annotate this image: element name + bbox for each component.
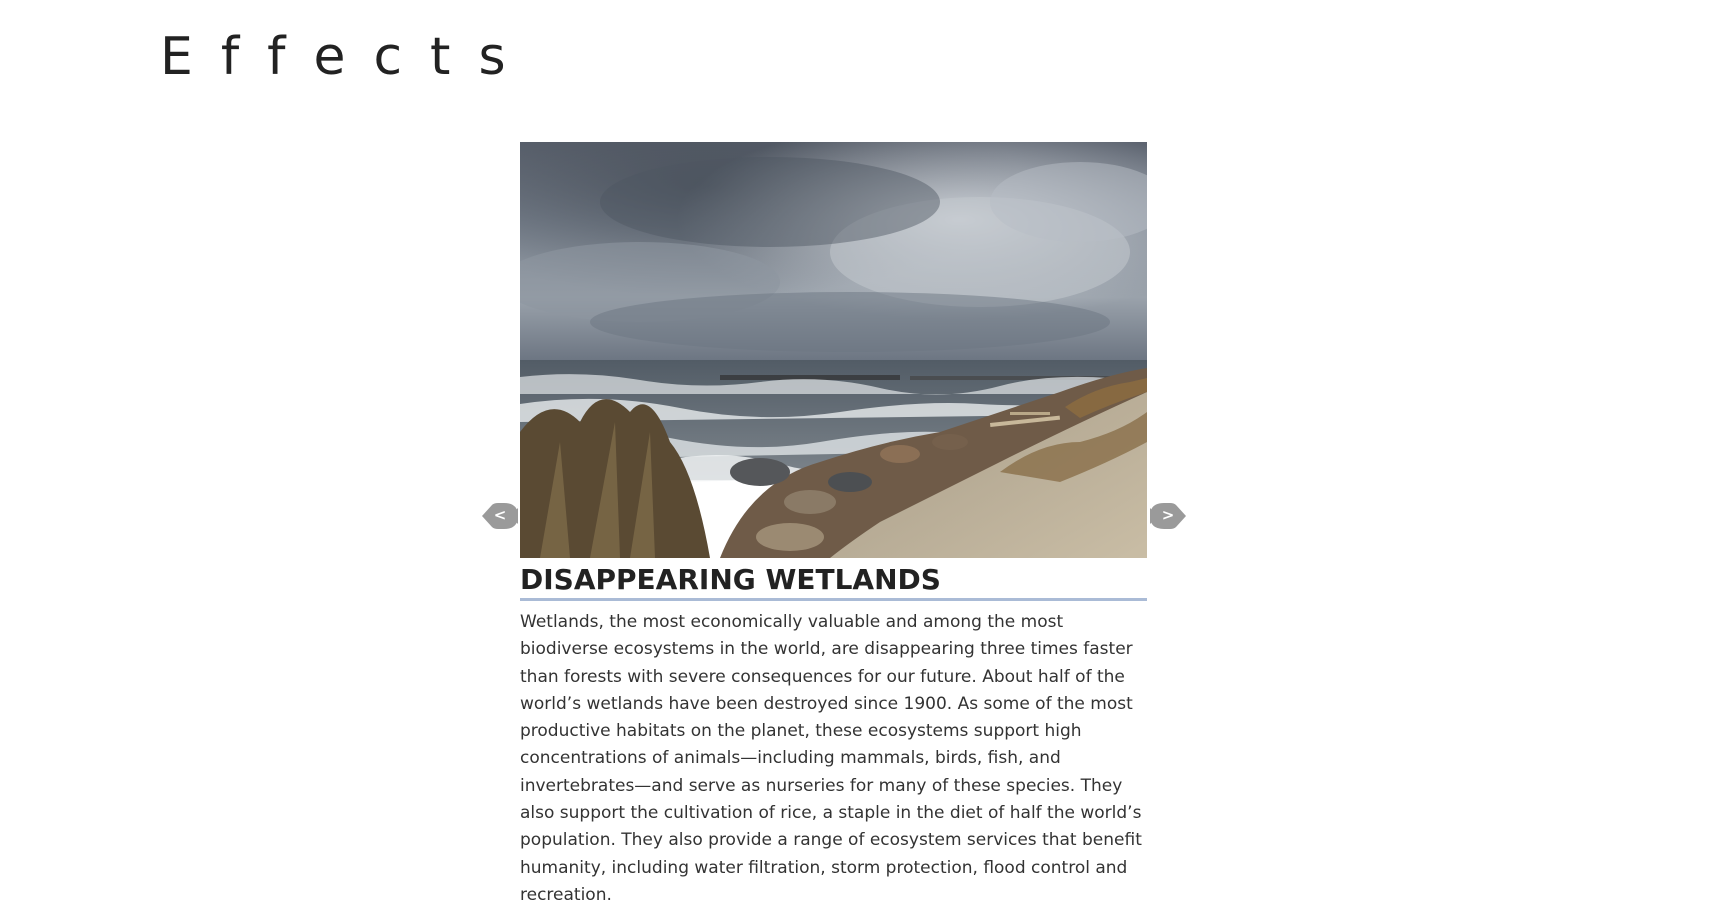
previous-slide-button[interactable]: < xyxy=(480,502,520,530)
slide-description: Wetlands, the most economically valuable… xyxy=(520,612,1142,905)
prev-arrow-glyph: < xyxy=(493,506,507,524)
next-slide-button[interactable]: > xyxy=(1148,502,1188,530)
next-arrow-glyph: > xyxy=(1161,506,1175,524)
stormy-coastline-image xyxy=(520,142,1147,558)
slide-photo xyxy=(520,142,1147,558)
image-slider: DISAPPEARING WETLANDS Wetlands, the most… xyxy=(520,142,1147,909)
page-title: Effects xyxy=(160,27,534,87)
slide-heading: DISAPPEARING WETLANDS xyxy=(520,562,1147,601)
